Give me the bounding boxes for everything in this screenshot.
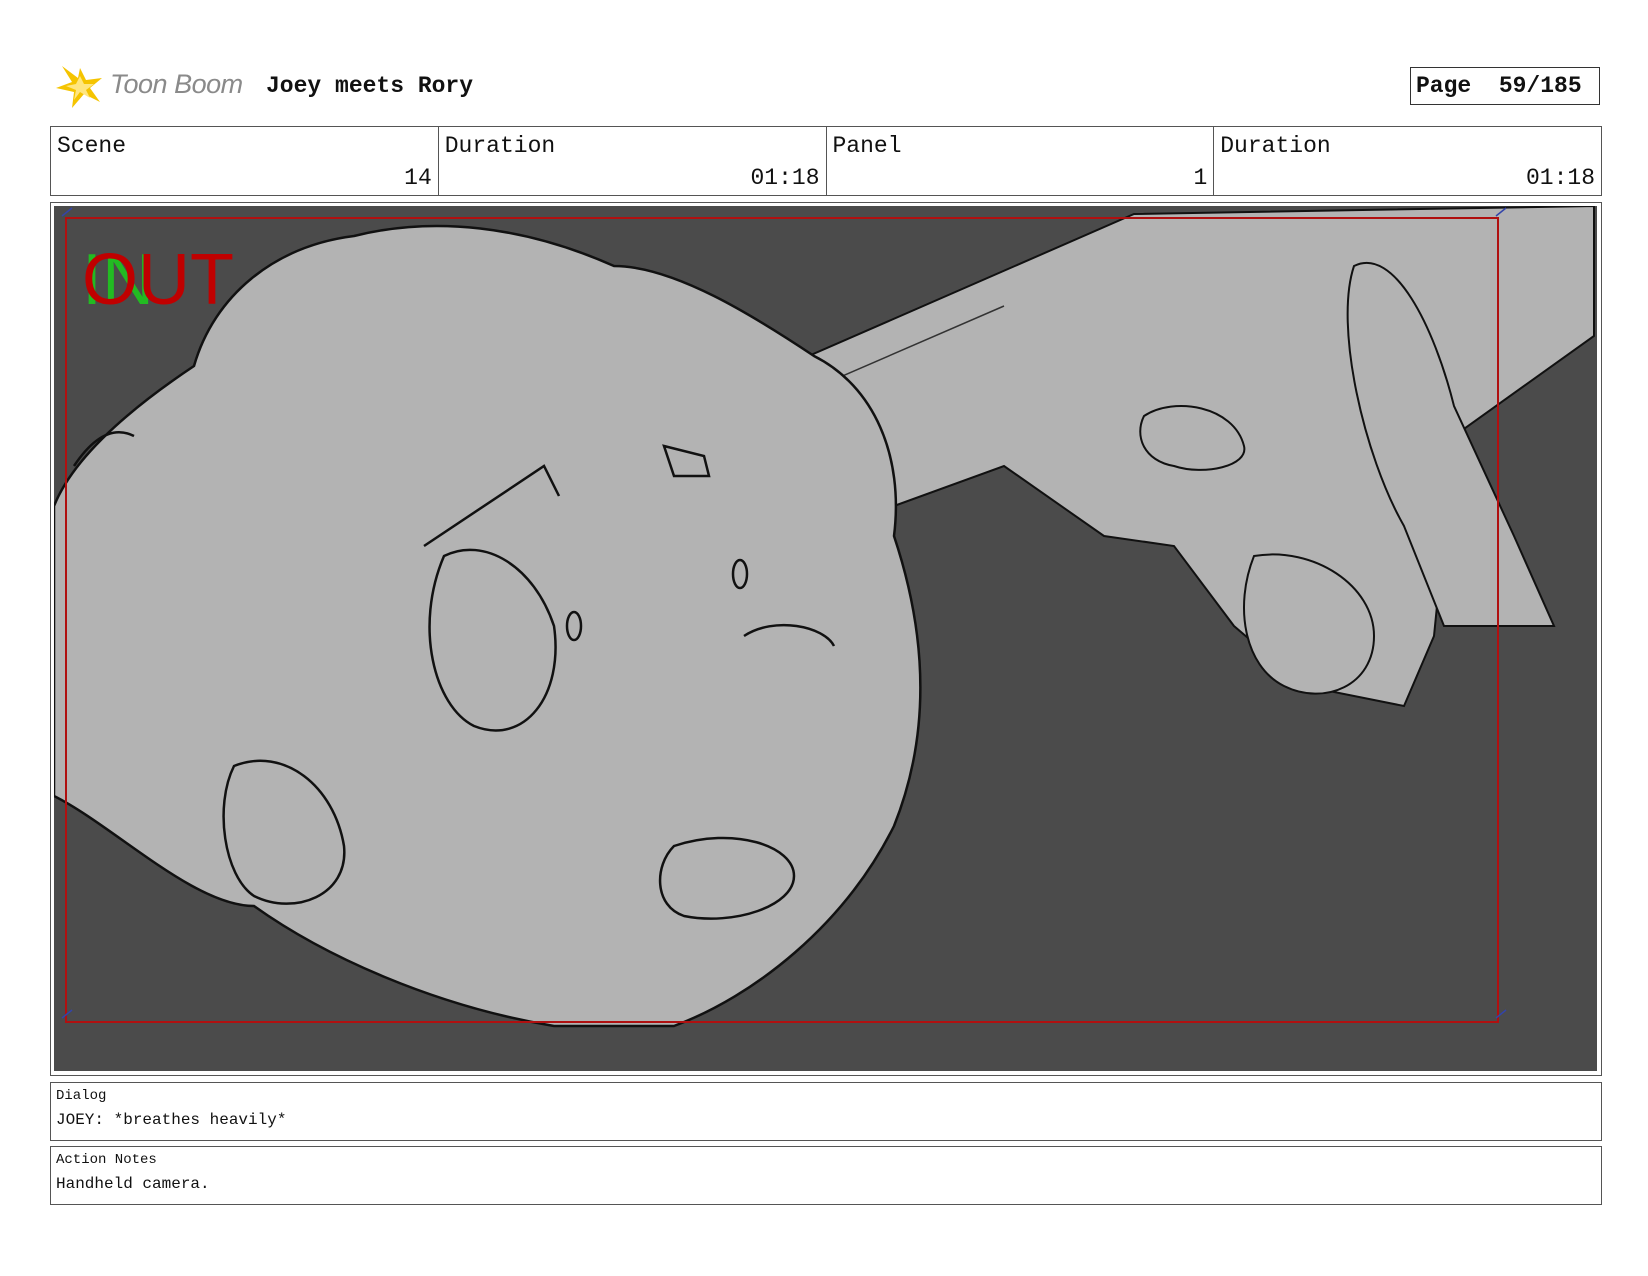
action-notes-text: Handheld camera. [56, 1175, 210, 1193]
dialog-box: Dialog JOEY: *breathes heavily* [50, 1082, 1602, 1141]
dialog-label: Dialog [56, 1088, 107, 1104]
page-label: Page [1416, 73, 1472, 99]
panel-value: 1 [1193, 165, 1208, 191]
dialog-text: JOEY: *breathes heavily* [56, 1111, 287, 1129]
action-notes-label: Action Notes [56, 1152, 157, 1168]
project-title: Joey meets Rory [266, 73, 474, 99]
scene-duration-label: Duration [444, 133, 556, 159]
scene-duration-value: 01:18 [750, 165, 820, 191]
star-burst-icon [56, 66, 102, 108]
storyboard-panel: IN OUT [50, 202, 1602, 1076]
scene-label: Scene [57, 133, 127, 159]
out-marker: OUT [82, 240, 234, 320]
scene-info-row: Scene 14 Duration 01:18 Panel 1 Duration… [50, 126, 1602, 196]
toon-boom-logo: Toon Boom [50, 58, 250, 114]
panel-drawing: IN OUT [54, 206, 1597, 1071]
panel-duration-value: 01:18 [1525, 165, 1595, 191]
panel-duration-cell: Duration 01:18 [1214, 127, 1601, 195]
scene-cell: Scene 14 [51, 127, 439, 195]
scene-value: 14 [404, 165, 432, 191]
page-number: 59/185 [1498, 73, 1582, 99]
panel-cell: Panel 1 [827, 127, 1215, 195]
logo-wordmark: Toon Boom [110, 69, 243, 99]
page-header: Toon Boom Joey meets Rory Page 59/185 [50, 58, 1600, 114]
scene-duration-cell: Duration 01:18 [439, 127, 827, 195]
panel-duration-label: Duration [1220, 133, 1331, 159]
page-indicator: Page 59/185 [1410, 67, 1600, 105]
action-notes-box: Action Notes Handheld camera. [50, 1146, 1602, 1205]
panel-label: Panel [832, 133, 902, 159]
